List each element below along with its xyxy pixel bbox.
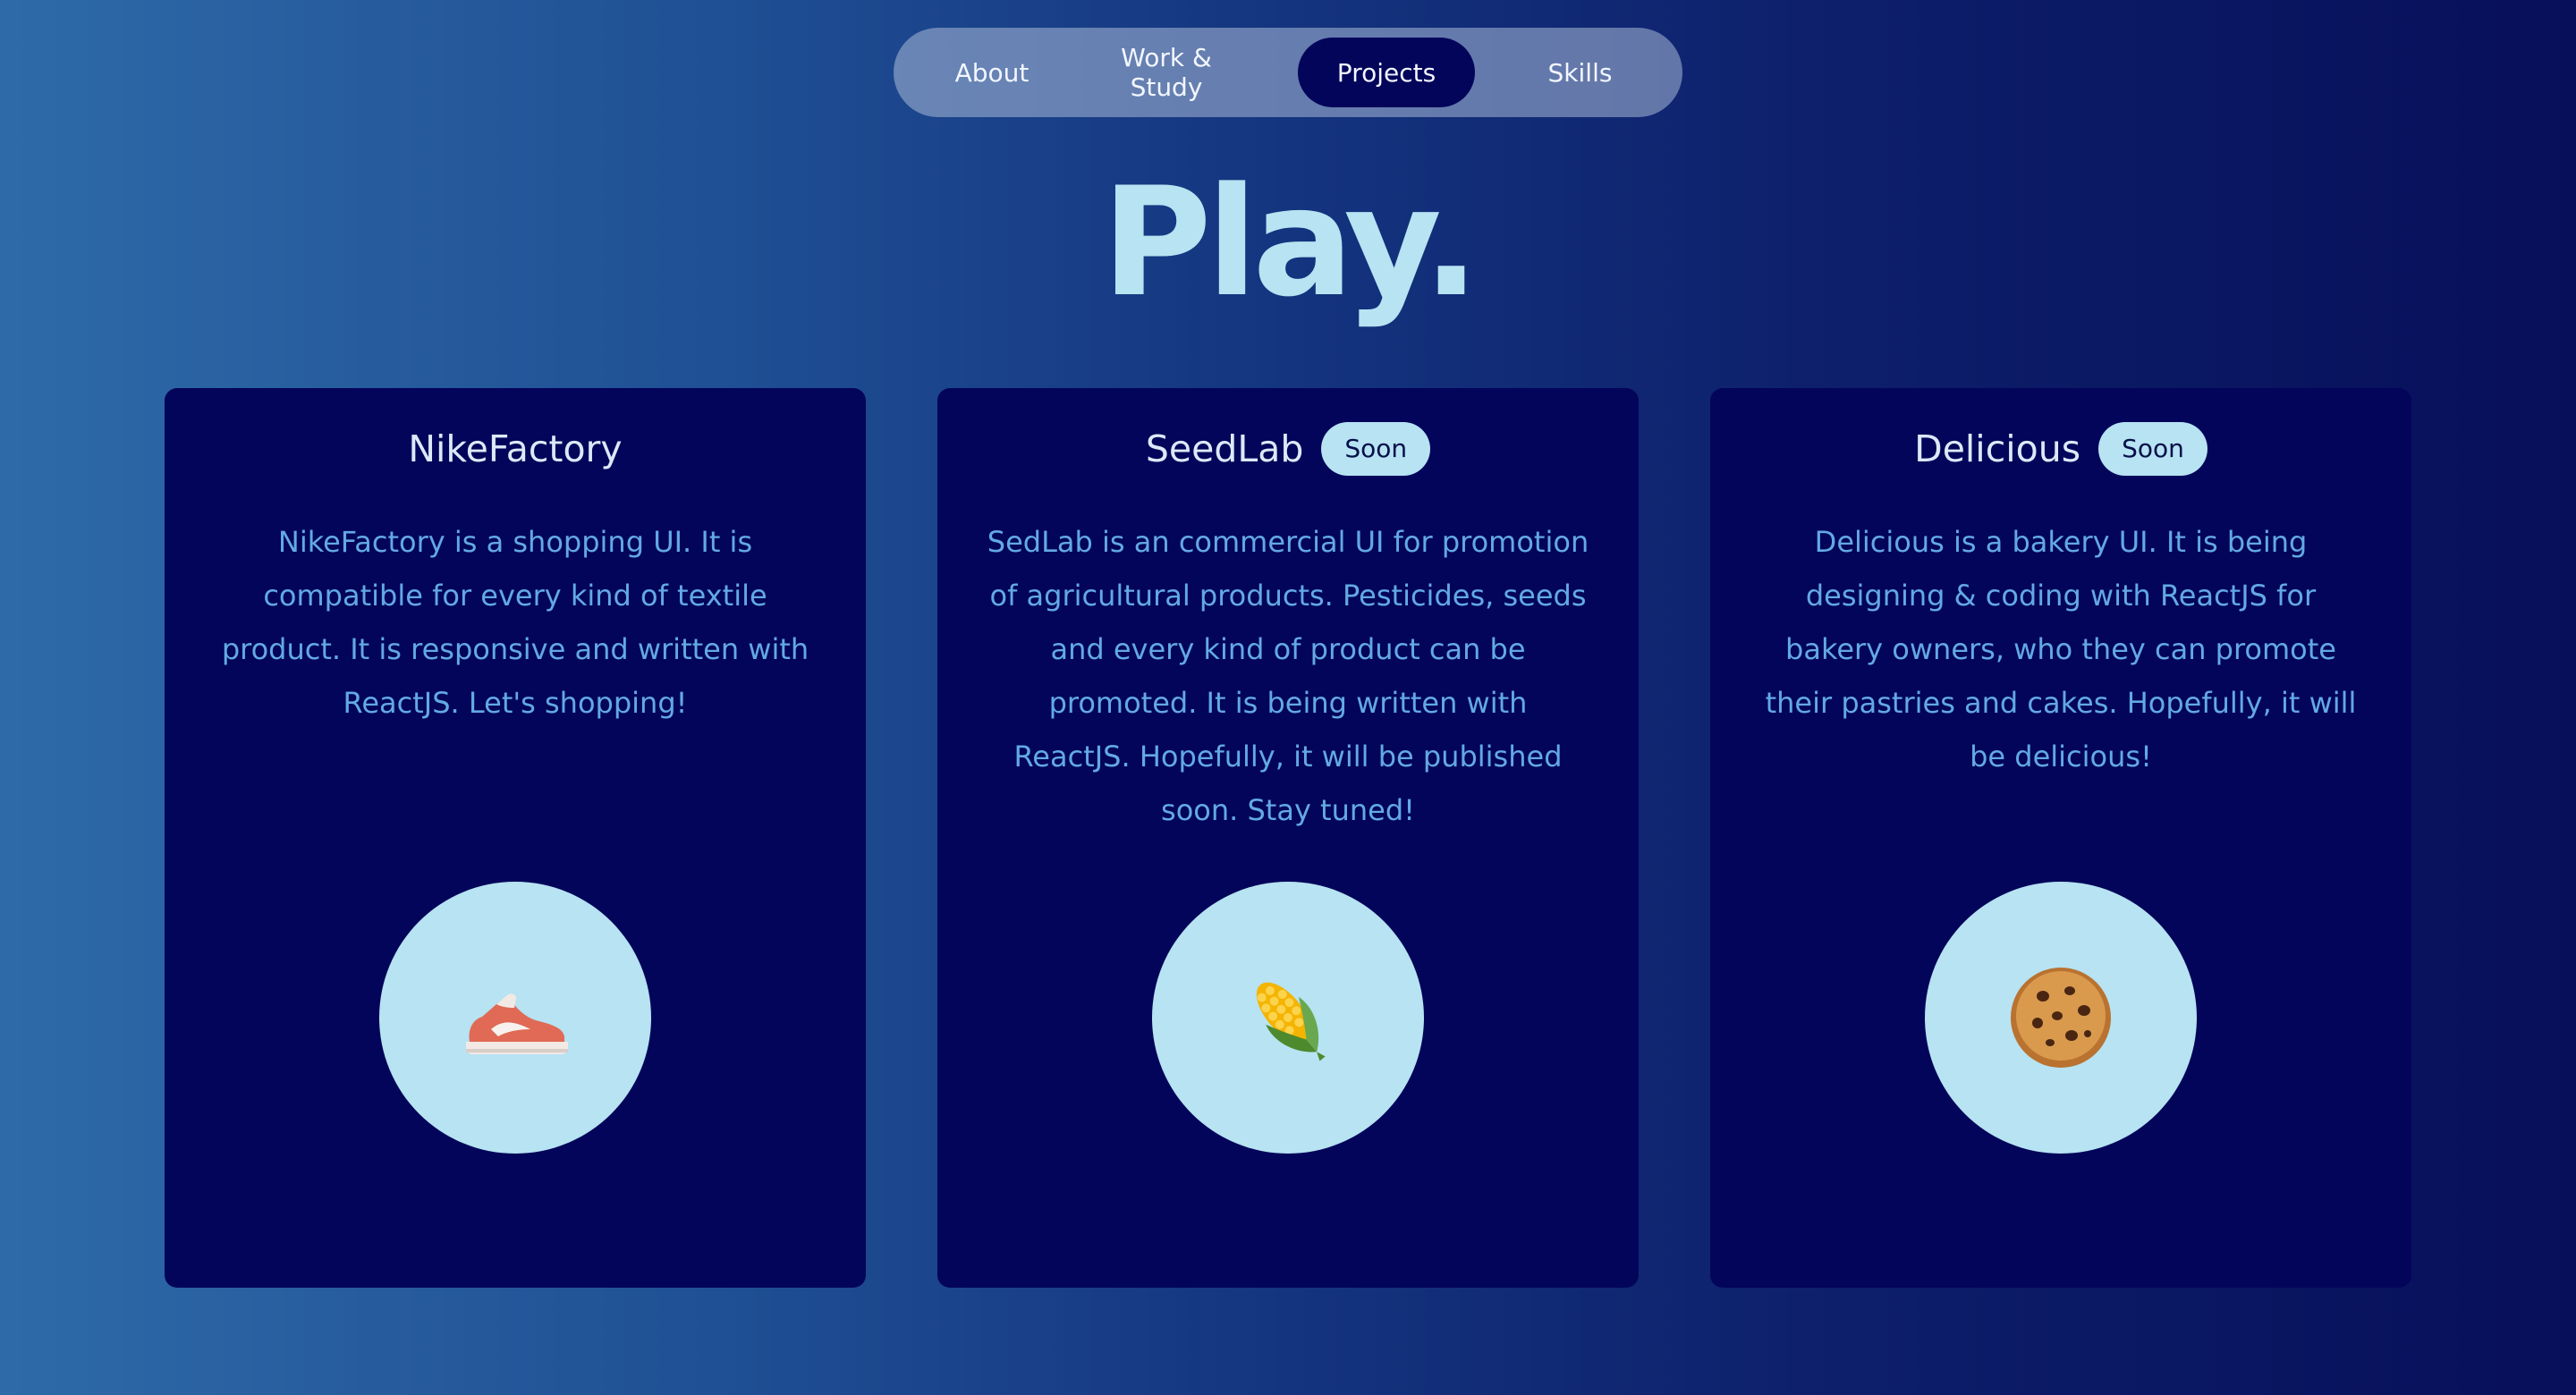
card-title: Delicious xyxy=(1914,427,2081,470)
sneaker-icon xyxy=(466,993,568,1054)
card-description: Delicious is a bakery UI. It is being de… xyxy=(1765,525,2357,774)
soon-badge: Soon xyxy=(2098,422,2207,476)
project-icon-circle xyxy=(1152,882,1424,1154)
nav-work-study-label: Work & Study xyxy=(1121,43,1212,102)
nav-skills[interactable]: Skills xyxy=(1511,38,1649,107)
nav-about-label: About xyxy=(954,57,1030,88)
nav-projects[interactable]: Projects xyxy=(1298,38,1475,107)
project-icon-circle xyxy=(379,882,651,1154)
corn-icon xyxy=(1256,982,1326,1061)
nav-work-study[interactable]: Work & Study xyxy=(1099,38,1233,107)
card-description: NikeFactory is a shopping UI. It is comp… xyxy=(221,525,809,720)
project-card-seedlab[interactable]: SeedLab Soon SedLab is an commercial UI … xyxy=(937,388,1639,1288)
project-card-delicious[interactable]: Delicious Soon Delicious is a bakery UI.… xyxy=(1710,388,2411,1288)
project-card-nikefactory[interactable]: NikeFactory NikeFactory is a shopping UI… xyxy=(165,388,866,1288)
nav-projects-label: Projects xyxy=(1336,57,1436,88)
cookie-icon xyxy=(2011,968,2111,1068)
card-description: SedLab is an commercial UI for promotion… xyxy=(987,525,1589,827)
nav-about[interactable]: About xyxy=(925,38,1059,107)
card-title: SeedLab xyxy=(1145,427,1304,470)
top-nav: About Work & Study Projects Skills xyxy=(894,28,1682,117)
card-title: NikeFactory xyxy=(408,427,623,470)
nav-skills-label: Skills xyxy=(1547,57,1613,88)
page-title: Play. xyxy=(1101,155,1480,330)
soon-badge: Soon xyxy=(1321,422,1431,476)
project-icon-circle xyxy=(1925,882,2197,1154)
